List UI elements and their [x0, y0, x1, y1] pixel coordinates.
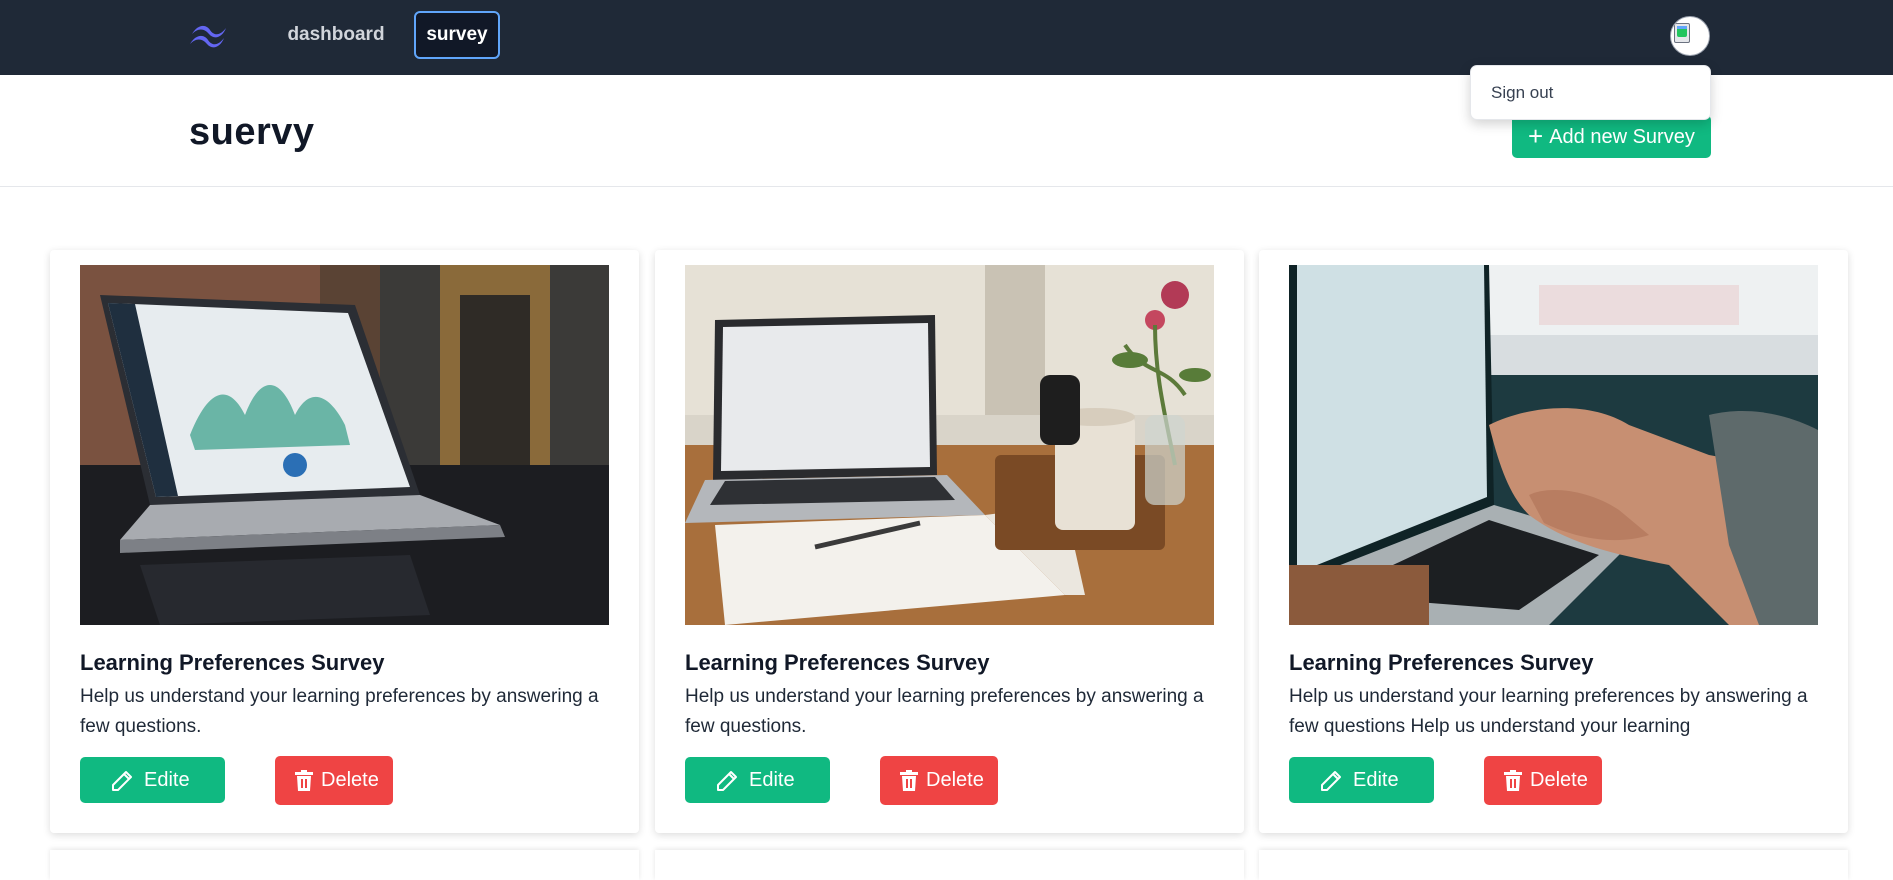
add-survey-label: Add new Survey	[1549, 126, 1695, 148]
sign-out-menu-item[interactable]: Sign out	[1491, 83, 1553, 103]
edit-button[interactable]: Edite	[685, 757, 830, 803]
top-navbar: dashboard survey	[0, 0, 1893, 75]
survey-card-partial	[655, 850, 1244, 880]
delete-label: Delete	[1530, 769, 1588, 791]
delete-label: Delete	[926, 769, 984, 791]
pencil-icon	[112, 771, 132, 791]
survey-card: Learning Preferences Survey Help us unde…	[655, 250, 1244, 833]
broken-image-leaf	[1677, 29, 1687, 37]
pencil-icon	[1321, 771, 1341, 791]
tailwind-logo-icon[interactable]	[188, 20, 230, 50]
survey-card-partial	[1259, 850, 1848, 880]
survey-card: Learning Preferences Survey Help us unde…	[50, 250, 639, 833]
edit-button[interactable]: Edite	[80, 757, 225, 803]
card-description: Help us understand your learning prefere…	[685, 686, 1204, 737]
card-title: Learning Preferences Survey	[80, 650, 385, 675]
survey-card: Learning Preferences Survey Help us unde…	[1259, 250, 1848, 833]
delete-label: Delete	[321, 769, 379, 791]
card-title: Learning Preferences Survey	[685, 650, 990, 675]
trash-icon	[900, 770, 918, 791]
user-menu-dropdown: Sign out	[1470, 65, 1711, 120]
delete-button[interactable]: Delete	[275, 756, 393, 805]
edit-label: Edite	[749, 769, 795, 791]
edit-label: Edite	[144, 769, 190, 791]
nav-survey-link[interactable]: survey	[414, 11, 500, 59]
page-title: suervy	[189, 111, 315, 153]
card-description: Help us understand your learning prefere…	[80, 686, 599, 737]
card-title: Learning Preferences Survey	[1289, 650, 1594, 675]
edit-button[interactable]: Edite	[1289, 757, 1434, 803]
laptop-desk-notebook-photo	[685, 265, 1214, 625]
nav-dashboard-link[interactable]: dashboard	[280, 11, 392, 59]
pencil-icon	[717, 771, 737, 791]
trash-icon	[295, 770, 313, 791]
card-description: Help us understand your learning prefere…	[1289, 686, 1808, 737]
plus-icon: +	[1528, 121, 1544, 151]
trash-icon	[1504, 770, 1522, 791]
edit-label: Edite	[1353, 769, 1399, 791]
user-avatar-button[interactable]	[1670, 16, 1710, 56]
delete-button[interactable]: Delete	[880, 756, 998, 805]
laptop-dashboard-photo	[80, 265, 609, 625]
delete-button[interactable]: Delete	[1484, 756, 1602, 805]
hands-typing-laptop-photo	[1289, 265, 1818, 625]
survey-card-partial	[50, 850, 639, 880]
add-survey-button[interactable]: + Add new Survey	[1512, 115, 1711, 158]
